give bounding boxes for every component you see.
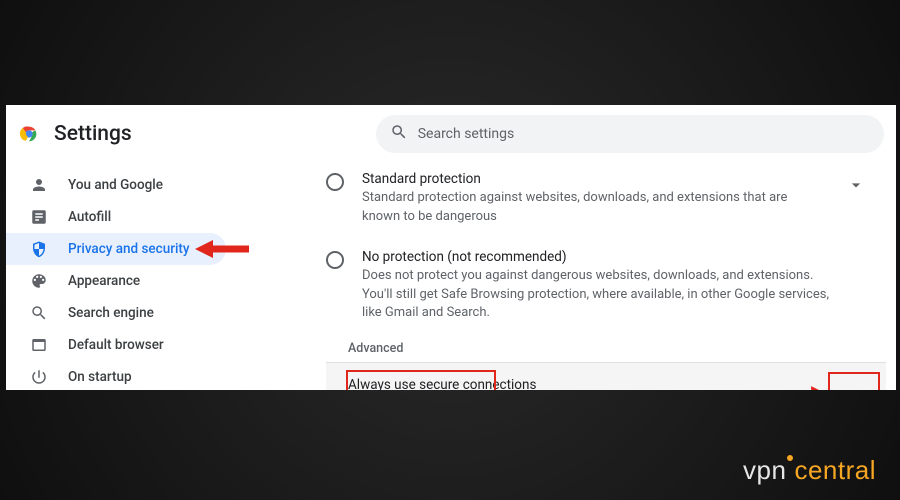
sidebar-item-search-engine[interactable]: Search engine (6, 297, 226, 329)
sidebar-item-appearance[interactable]: Appearance (6, 265, 226, 297)
annotation-arrow-icon (782, 381, 828, 390)
chevron-down-icon[interactable] (846, 171, 886, 199)
option-title: No protection (not recommended) (362, 249, 842, 265)
sidebar-item-label: On startup (68, 369, 132, 385)
search-container: Search settings (376, 115, 884, 153)
radio-unchecked-icon[interactable] (326, 251, 344, 269)
sidebar-item-autofill[interactable]: Autofill (6, 201, 226, 233)
sidebar-item-label: Default browser (68, 337, 164, 353)
search-icon (30, 304, 48, 322)
watermark-part2: central (794, 455, 876, 485)
search-input[interactable]: Search settings (376, 115, 884, 153)
palette-icon (30, 272, 48, 290)
sidebar-item-default-browser[interactable]: Default browser (6, 329, 226, 361)
section-advanced-label: Advanced (326, 337, 886, 363)
sidebar-item-you-and-google[interactable]: You and Google (6, 169, 226, 201)
page-title: Settings (54, 122, 132, 146)
settings-sidebar: You and Google Autofill Privacy and secu… (6, 163, 306, 390)
option-desc: Does not protect you against dangerous w… (362, 267, 842, 324)
sidebar-item-label: Search engine (68, 305, 154, 321)
autofill-icon (30, 208, 48, 226)
option-desc: Standard protection against websites, do… (362, 189, 828, 227)
settings-main-panel: Standard protection Standard protection … (306, 163, 896, 390)
watermark: vpn central (743, 455, 876, 486)
option-title: Always use secure connections (348, 377, 831, 390)
sidebar-item-label: Appearance (68, 273, 140, 289)
option-title: Standard protection (362, 171, 828, 187)
watermark-part1: vpn (743, 455, 786, 485)
settings-header: Settings Search settings (6, 105, 896, 163)
dot-icon (787, 455, 793, 461)
option-standard-protection[interactable]: Standard protection Standard protection … (326, 163, 886, 241)
power-icon (30, 368, 48, 386)
search-placeholder: Search settings (418, 126, 515, 142)
chrome-logo-icon (18, 123, 40, 145)
shield-icon (30, 240, 48, 258)
sidebar-item-label: Autofill (68, 209, 111, 225)
annotation-arrow-icon (191, 237, 251, 261)
sidebar-item-on-startup[interactable]: On startup (6, 361, 226, 390)
sidebar-item-privacy-security[interactable]: Privacy and security (6, 233, 226, 265)
sidebar-item-label: You and Google (68, 177, 163, 193)
radio-unchecked-icon[interactable] (326, 173, 344, 191)
settings-window: Settings Search settings You and Google … (6, 105, 896, 390)
person-icon (30, 176, 48, 194)
option-no-protection[interactable]: No protection (not recommended) Does not… (326, 241, 886, 338)
browser-icon (30, 336, 48, 354)
search-icon (390, 123, 408, 145)
sidebar-item-label: Privacy and security (68, 241, 190, 257)
annotation-highlight-box (828, 372, 880, 390)
option-always-secure-connections: Always use secure connections Upgrade na… (326, 363, 886, 390)
